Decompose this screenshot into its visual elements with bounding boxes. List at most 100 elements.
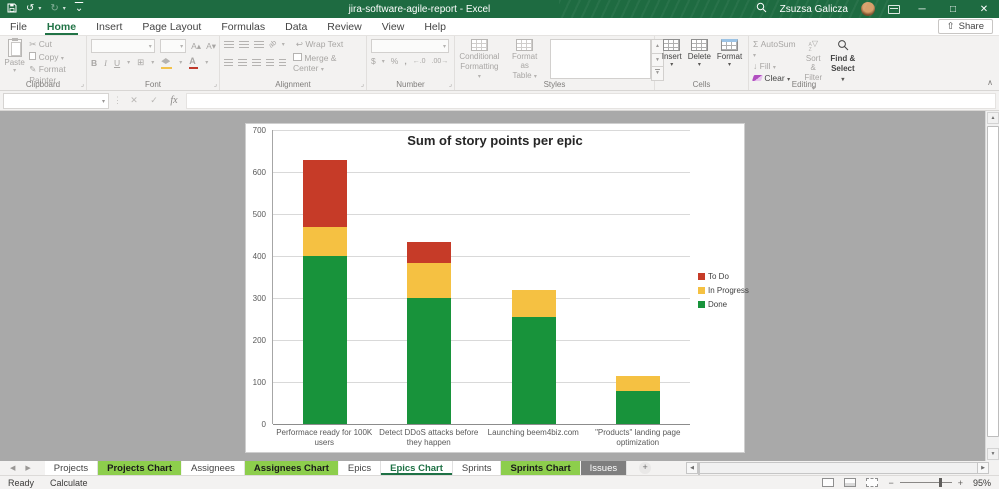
merge-center-icon	[293, 53, 302, 61]
zoom-slider[interactable]	[900, 482, 952, 483]
segment-in-progress-detect-ddos-attacks-before-they-happen[interactable]	[407, 263, 451, 298]
segment-done-performace-ready-for-100k-users[interactable]	[303, 256, 347, 424]
enter-formula-icon: ✓	[146, 95, 162, 106]
cells-group: Insert▾ Delete▾ Format▾ Cells	[655, 36, 749, 90]
collapse-ribbon-icon[interactable]: ∧	[987, 78, 993, 87]
y-axis-labels: 0100200300400500600700	[246, 130, 268, 424]
tab-insert[interactable]: Insert	[86, 18, 132, 35]
customize-quick-access-icon[interactable]: ⌄	[75, 4, 83, 14]
page-layout-view-icon[interactable]	[844, 478, 856, 487]
scroll-down-icon[interactable]: ▼	[987, 448, 999, 460]
segment-done-launching-beem4biz-com[interactable]	[512, 317, 556, 424]
autosum-button: Σ AutoSum ▾	[753, 39, 797, 59]
name-box[interactable]: ▾	[3, 93, 109, 109]
save-icon[interactable]	[7, 3, 17, 16]
chart[interactable]: Sum of story points per epic 01002003004…	[245, 123, 745, 453]
zoom-slider-thumb[interactable]	[939, 478, 942, 487]
bars	[273, 130, 690, 424]
zoom-level[interactable]: 95%	[973, 478, 991, 488]
segment-to-do-performace-ready-for-100k-users[interactable]	[303, 160, 347, 226]
formula-bar-grip[interactable]: ⋮	[113, 95, 122, 106]
formula-input[interactable]	[186, 93, 996, 109]
sheet-tab-assignees-chart[interactable]: Assignees Chart	[245, 461, 339, 475]
scroll-right-icon[interactable]: ▶	[977, 462, 989, 474]
horizontal-scrollbar[interactable]: ◀ ▶	[686, 462, 989, 474]
next-sheet-icon[interactable]: ▶	[25, 464, 30, 472]
tab-data[interactable]: Data	[275, 18, 317, 35]
bar-stack-launching-beem4biz-com[interactable]	[512, 290, 556, 424]
tab-review[interactable]: Review	[317, 18, 371, 35]
minimize-button[interactable]: ─	[913, 4, 931, 15]
scroll-left-icon[interactable]: ◀	[686, 462, 698, 474]
delete-cells-button[interactable]: Delete▾	[688, 39, 711, 69]
undo-dropdown-icon[interactable]: ▾	[38, 6, 41, 12]
page-break-view-icon[interactable]	[866, 478, 878, 487]
format-cells-button[interactable]: Format▾	[717, 39, 742, 69]
chart-title[interactable]: Sum of story points per epic	[246, 133, 744, 148]
sheet-tab-projects[interactable]: Projects	[45, 461, 98, 475]
horizontal-scroll-thumb[interactable]	[698, 462, 700, 475]
bar-stack-performace-ready-for-100k-users[interactable]	[303, 160, 347, 424]
legend-swatch-to-do	[698, 273, 705, 280]
sheet-tab-epics[interactable]: Epics	[339, 461, 381, 475]
align-middle-icon	[239, 41, 249, 49]
segment-in-progress-launching-beem4biz-com[interactable]	[512, 290, 556, 317]
close-button[interactable]: ✕	[975, 4, 993, 15]
zoom-out-icon[interactable]: −	[888, 478, 893, 488]
font-color-icon: A	[189, 56, 198, 69]
zoom-in-icon[interactable]: +	[958, 478, 963, 488]
font-dialog-launcher-icon[interactable]: ⌟	[214, 80, 217, 88]
previous-sheet-icon[interactable]: ◀	[10, 464, 15, 472]
titlebar-controls: Zsuzsa Galicza ─ □ ✕	[756, 2, 999, 16]
bar-stack-detect-ddos-attacks-before-they-happen[interactable]	[407, 242, 451, 424]
user-name[interactable]: Zsuzsa Galicza	[780, 4, 848, 15]
segment-done-detect-ddos-attacks-before-they-happen[interactable]	[407, 298, 451, 424]
copy-icon	[29, 52, 36, 60]
zoom-control: − +	[888, 478, 963, 488]
normal-view-icon[interactable]	[822, 478, 834, 487]
y-tick-400: 400	[244, 252, 266, 261]
insert-cells-button[interactable]: Insert▾	[662, 39, 682, 69]
scroll-up-icon[interactable]: ▲	[987, 112, 999, 124]
tab-formulas[interactable]: Formulas	[211, 18, 275, 35]
bar-stack-products-landing-page-optimization[interactable]	[616, 376, 660, 424]
cancel-formula-icon: ✕	[126, 95, 142, 106]
segment-done-products-landing-page-optimization[interactable]	[616, 391, 660, 424]
tab-page-layout[interactable]: Page Layout	[132, 18, 211, 35]
tab-help[interactable]: Help	[414, 18, 456, 35]
delete-cells-icon	[691, 39, 708, 51]
sheet-tab-issues[interactable]: Issues	[581, 461, 627, 475]
ribbon-display-options-icon[interactable]	[888, 5, 900, 14]
maximize-button[interactable]: □	[944, 4, 962, 15]
segment-in-progress-products-landing-page-optimization[interactable]	[616, 376, 660, 391]
new-sheet-button[interactable]: +	[639, 462, 651, 474]
avatar[interactable]	[861, 2, 875, 16]
chart-legend[interactable]: To DoIn ProgressDone	[698, 272, 749, 314]
tab-file[interactable]: File	[0, 18, 37, 35]
conditional-formatting-button: Conditional Formatting ▾	[459, 39, 500, 81]
sheet-tab-sprints[interactable]: Sprints	[453, 461, 502, 475]
share-button[interactable]: ⇧Share	[938, 19, 993, 34]
number-dialog-launcher-icon[interactable]: ⌟	[449, 80, 452, 88]
font-size-select: ▾	[160, 39, 186, 53]
calculate-status[interactable]: Calculate	[50, 478, 88, 488]
vertical-scroll-thumb[interactable]	[987, 126, 999, 437]
search-icon[interactable]	[756, 2, 767, 16]
legend-label-done: Done	[708, 300, 727, 309]
sheet-tab-sprints-chart[interactable]: Sprints Chart	[501, 461, 580, 475]
undo-button[interactable]: ↺	[26, 4, 34, 14]
clipboard-dialog-launcher-icon[interactable]: ⌟	[81, 80, 84, 88]
segment-to-do-detect-ddos-attacks-before-they-happen[interactable]	[407, 242, 451, 263]
segment-in-progress-performace-ready-for-100k-users[interactable]	[303, 227, 347, 256]
legend-item-done: Done	[698, 300, 749, 309]
insert-function-icon[interactable]: fx	[166, 95, 182, 106]
sheet-tab-projects-chart[interactable]: Projects Chart	[98, 461, 182, 475]
tab-view[interactable]: View	[372, 18, 415, 35]
sheet-tab-assignees[interactable]: Assignees	[182, 461, 245, 475]
alignment-dialog-launcher-icon[interactable]: ⌟	[361, 80, 364, 88]
clipboard-group-label: Clipboard	[0, 80, 86, 89]
tab-home[interactable]: Home	[37, 18, 86, 35]
sheet-tab-epics-chart[interactable]: Epics Chart	[381, 461, 453, 475]
vertical-scrollbar[interactable]: ▲ ▼	[985, 111, 999, 461]
styles-group-label: Styles	[455, 80, 654, 89]
